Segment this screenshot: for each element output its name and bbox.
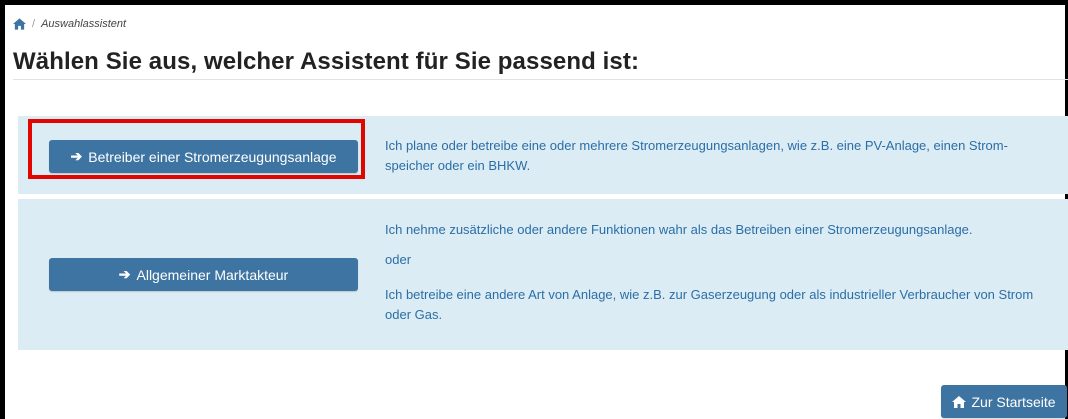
page-title: Wählen Sie aus, welcher Assistent für Si… bbox=[13, 48, 640, 75]
screenshot-frame-left bbox=[0, 0, 5, 419]
market-actor-button-label: Allgemeiner Marktakteur bbox=[136, 266, 289, 283]
arrow-right-icon: ➔ bbox=[118, 266, 131, 282]
market-actor-description-a: Ich nehme zusätzliche oder andere Funkti… bbox=[385, 222, 973, 237]
operator-description: Ich plane oder betreibe eine oder mehrer… bbox=[385, 138, 1008, 173]
breadcrumb-current: Auswahlassistent bbox=[41, 18, 127, 30]
highlight-box bbox=[28, 119, 365, 179]
screenshot-frame-top bbox=[0, 0, 1068, 5]
home-icon bbox=[952, 395, 967, 408]
breadcrumb: / Auswahlassistent bbox=[13, 15, 126, 33]
title-divider bbox=[13, 79, 1068, 80]
home-icon[interactable] bbox=[13, 18, 26, 30]
home-page-button[interactable]: Zur Startseite bbox=[941, 385, 1067, 418]
home-button-label: Zur Startseite bbox=[971, 393, 1056, 410]
market-actor-assistant-button[interactable]: ➔ Allgemeiner Marktakteur bbox=[49, 258, 358, 291]
market-actor-description-or: oder bbox=[385, 252, 412, 267]
breadcrumb-separator: / bbox=[32, 18, 36, 30]
market-actor-description-b: Ich betreibe eine andere Art von Anlage,… bbox=[385, 287, 1034, 322]
